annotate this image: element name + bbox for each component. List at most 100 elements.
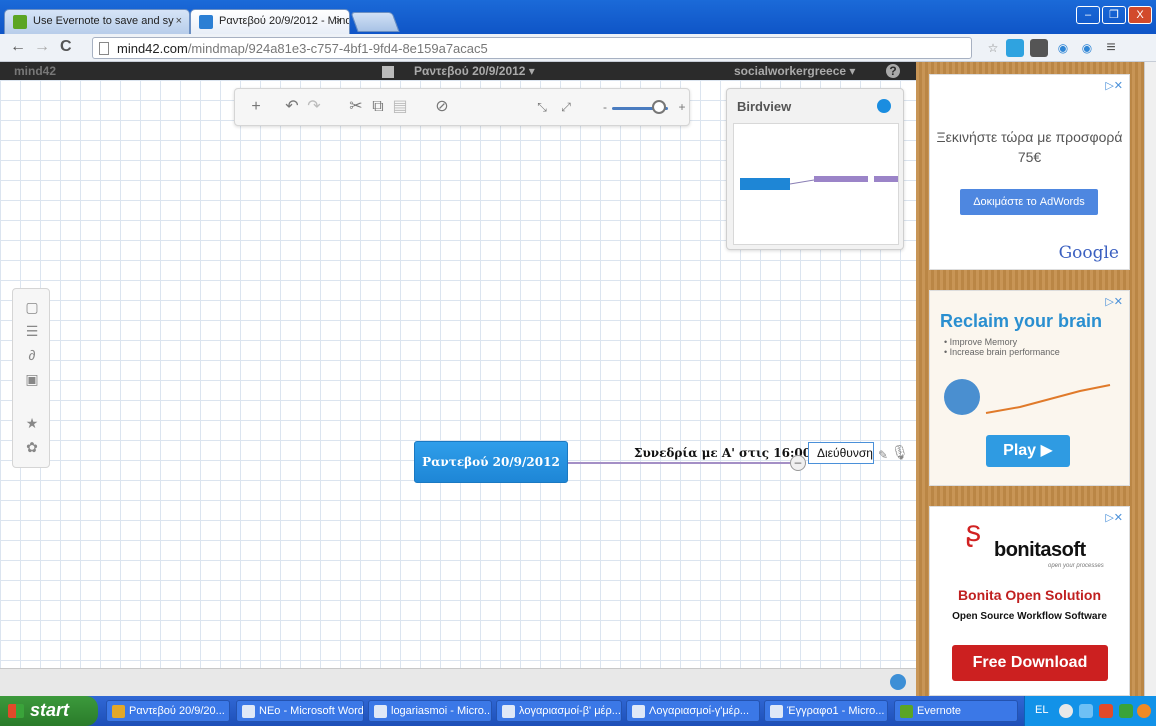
taskbar-item-word[interactable]: λογαριασμοί-β' μέρ... [496,700,622,722]
evernote-icon [900,705,913,718]
pencil-icon[interactable]: ✎ [878,448,888,462]
security-icon[interactable] [1099,704,1113,718]
bonita-logo-icon: ʂ [966,515,981,548]
browser-titlebar: Use Evernote to save and sy × Ραντεβού 2… [0,0,1156,34]
start-label: start [30,700,70,720]
ad-bullet: • Increase brain performance [944,347,1060,357]
delete-icon[interactable]: ⊘ [431,97,453,117]
eye-icon[interactable] [877,99,891,113]
ad-close-icon[interactable]: ▷✕ [1105,79,1123,92]
alert-icon[interactable] [1137,704,1151,718]
head-icon [944,379,980,415]
help-icon[interactable]: ? [886,64,900,78]
taskbar-item-evernote[interactable]: Evernote [894,700,1018,722]
maximize-button[interactable]: ❐ [1102,6,1126,24]
free-download-button[interactable]: Free Download [952,645,1108,681]
tab-label: Ραντεβού 20/9/2012 - Mind4 [219,15,350,27]
word-icon [632,705,645,718]
paste-icon[interactable]: ▤ [389,97,411,117]
new-tab-button[interactable] [350,12,400,32]
try-adwords-button[interactable]: Δοκιμάστε το AdWords [960,189,1098,215]
trash-icon[interactable] [382,66,394,78]
play-button[interactable]: Play ▶ [986,435,1070,467]
taskbar-item-chrome[interactable]: Ραντεβού 20/9/20... [106,700,230,722]
bonita-ad[interactable]: ▷✕ ʂ bonitasoft open your processes Boni… [929,506,1130,696]
palette-icon[interactable]: ✿ [21,437,43,457]
add-node-icon[interactable]: + [245,97,267,117]
reload-icon[interactable]: C [60,38,72,56]
chrome-icon [112,705,125,718]
birdview-title: Birdview [737,99,792,114]
cloud-sync-icon[interactable] [890,674,906,690]
ad-description: Open Source Workflow Software [952,611,1107,622]
page-scrollbar[interactable] [1144,62,1156,696]
taskbar-item-word[interactable]: Λογαριασμοί-γ'μέρ... [626,700,760,722]
bonita-brand: bonitasoft [994,539,1086,561]
taskbar-item-label: logariasmoi - Micro... [391,705,492,717]
tray-icon[interactable] [1059,704,1073,718]
growth-line [985,384,1111,414]
map-title[interactable]: Ραντεβού 20/9/2012 ▾ [414,64,535,78]
ad-close-icon[interactable]: ▷✕ [1105,511,1123,524]
redo-icon[interactable]: ↷ [303,97,325,117]
extension-icon[interactable]: ◉ [1078,39,1096,57]
system-tray: EL [1024,696,1156,726]
undo-icon[interactable]: ↶ [281,97,303,117]
status-bar [0,668,916,696]
copy-icon[interactable]: ⧉ [367,97,389,117]
app-logo[interactable]: mind42 [14,64,56,78]
note-icon[interactable]: ▢ [21,297,43,317]
windows-flag-icon [8,704,24,718]
taskbar-item-word[interactable]: NEo - Microsoft Word [236,700,364,722]
evernote-extension-icon[interactable] [1030,39,1048,57]
cut-icon[interactable]: ✂ [345,97,367,117]
user-menu[interactable]: socialworkergreece ▾ [734,64,855,78]
start-button[interactable]: start [0,696,98,726]
google-logo: Google [1058,243,1119,263]
taskbar-item-word[interactable]: Έγγραφο1 - Micro... [764,700,888,722]
tray-icon[interactable] [1119,704,1133,718]
list-icon[interactable]: ☰ [21,321,43,341]
collapse-toggle[interactable]: – [790,455,806,471]
network-icon[interactable] [1079,704,1093,718]
extension-icon[interactable] [1006,39,1024,57]
zoom-slider-handle[interactable] [652,100,666,114]
language-indicator[interactable]: EL [1035,704,1048,716]
edit-toolbar: + ↶ ↷ ✂ ⧉ ▤ ⊘ ⤡ ⤢ - + [234,88,690,126]
zoom-in-button[interactable]: + [671,97,693,117]
back-arrow-icon[interactable]: ← [10,38,26,56]
node-edit-input[interactable]: Διεύθυνση [808,442,874,464]
child-node[interactable]: Συνεδρία με Α' στις 16:00 [634,446,811,460]
close-window-button[interactable]: X [1128,6,1152,24]
adwords-ad[interactable]: ▷✕ Ξεκινήστε τώρα με προσφορά 75€ Δοκιμά… [929,74,1130,270]
link-icon[interactable]: ∂ [21,345,43,365]
address-bar[interactable]: mind42.com/mindmap/924a81e3-c757-4bf1-9f… [92,37,972,59]
expand-all-icon[interactable]: ⤢ [555,97,577,117]
collapse-all-icon[interactable]: ⤡ [531,97,553,117]
bookmark-star-icon[interactable]: ☆ [984,39,1002,57]
image-icon[interactable]: ▣ [21,369,43,389]
extension-icon[interactable]: ◉ [1054,39,1072,57]
menu-icon[interactable]: ≡ [1102,39,1120,57]
tab-close-icon[interactable]: × [336,15,342,27]
preview-root-node [740,178,790,190]
birdview-map-preview [740,176,898,190]
tab-mind42[interactable]: Ραντεβού 20/9/2012 - Mind4 × [190,9,350,34]
ad-title: Reclaim your brain [940,311,1103,331]
word-icon [502,705,515,718]
taskbar-item-word[interactable]: logariasmoi - Micro... [368,700,492,722]
preview-child-node [814,176,868,182]
star-icon[interactable]: ★ [21,413,43,433]
root-node[interactable]: Ραντεβού 20/9/2012 [414,441,568,483]
word-icon [770,705,783,718]
microphone-icon[interactable]: 🎙 [891,444,909,461]
brain-ad[interactable]: ▷✕ Reclaim your brain • Improve Memory •… [929,290,1130,486]
tab-close-icon[interactable]: × [176,15,182,27]
minimize-button[interactable]: – [1076,6,1100,24]
word-icon [374,705,387,718]
ad-close-icon[interactable]: ▷✕ [1105,295,1123,308]
tab-evernote[interactable]: Use Evernote to save and sy × [4,9,190,34]
forward-arrow-icon[interactable]: → [34,38,50,56]
birdview-preview[interactable] [733,123,899,245]
mind42-favicon-icon [199,15,213,29]
